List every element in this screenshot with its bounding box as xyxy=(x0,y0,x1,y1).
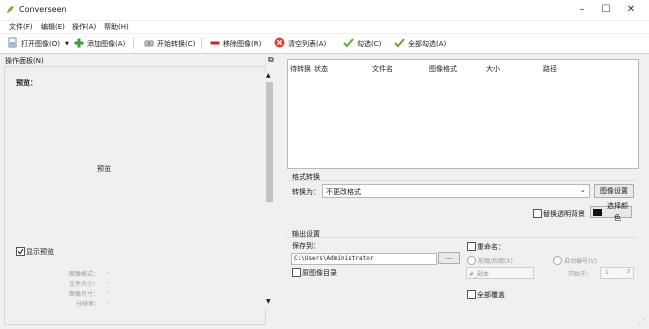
clear-x-icon xyxy=(274,37,285,50)
check-all-button[interactable]: 全部勾选(A) xyxy=(394,37,446,50)
minimize-icon[interactable]: – xyxy=(573,3,591,17)
info-label: 分辨率： xyxy=(76,301,101,308)
start-from-label: 开始于： xyxy=(568,271,593,278)
maximize-icon[interactable]: ☐ xyxy=(597,3,615,17)
name-pattern-value: #_副本 xyxy=(469,271,490,278)
clear-list-button[interactable]: 清空列表(A) xyxy=(274,37,326,50)
remove-images-label: 移除图像(R) xyxy=(223,39,262,48)
menu-bar: 文件(F) 编辑(E) 操作(A) 帮助(H) xyxy=(0,21,649,33)
column-header[interactable]: 图像格式 xyxy=(429,64,457,74)
format-select-value: 不更改格式 xyxy=(326,188,361,196)
start-from-spinbox[interactable]: 1 ⇕ xyxy=(600,267,634,279)
preview-header: 预览： xyxy=(16,79,37,87)
auto-number-label: 自动编号(V) xyxy=(564,258,597,265)
clear-list-label: 清空列表(A) xyxy=(288,39,327,48)
save-to-label: 保存到： xyxy=(292,242,320,250)
open-file-icon xyxy=(8,37,18,50)
choose-color-label: 选择颜色 xyxy=(607,202,628,222)
remove-images-button[interactable]: 移除图像(R) xyxy=(210,37,261,50)
scroll-up-icon[interactable]: ▲ xyxy=(266,72,271,79)
add-plus-icon xyxy=(74,38,84,50)
add-images-button[interactable]: 添加图像(A) xyxy=(74,37,125,50)
add-images-label: 添加图像(A) xyxy=(87,39,126,48)
menu-actions[interactable]: 操作(A) xyxy=(72,22,96,32)
replace-bg-label: 替换透明背景 xyxy=(543,210,585,218)
info-label: 图像尺寸： xyxy=(69,291,100,298)
column-header[interactable]: 大小 xyxy=(486,64,500,74)
rename-checkbox[interactable] xyxy=(467,242,476,251)
menu-help[interactable]: 帮助(H) xyxy=(104,22,129,32)
toolbar-separator xyxy=(201,38,202,49)
toolbar-separator xyxy=(133,38,134,49)
preview-panel: 预览： 预览 显示预览 图像格式： - 文件大小： - 图像尺寸： - 分辨率：… xyxy=(4,66,266,325)
prefix-suffix-radio[interactable] xyxy=(467,256,476,265)
title-bar: Converseen – ☐ ✕ xyxy=(0,0,649,20)
info-value: - xyxy=(107,299,110,306)
app-logo-icon xyxy=(6,5,15,16)
chevron-down-icon[interactable]: ▼ xyxy=(65,41,69,47)
show-preview-checkbox[interactable] xyxy=(16,247,25,256)
column-header[interactable]: 路径 xyxy=(543,64,557,74)
spinner-arrows-icon[interactable]: ⇕ xyxy=(626,268,631,275)
replace-bg-checkbox[interactable] xyxy=(533,209,542,218)
check-label: 勾选(C) xyxy=(357,39,382,48)
start-convert-label: 开始转换(C) xyxy=(157,39,196,48)
start-convert-button[interactable]: 开始转换(C) xyxy=(144,37,195,50)
window-title: Converseen xyxy=(19,5,67,14)
remove-minus-icon xyxy=(210,38,220,50)
choose-color-button[interactable]: 选择颜色 xyxy=(590,202,632,222)
prefix-suffix-label: 前缀/后缀(X) xyxy=(478,258,513,265)
open-images-button[interactable]: 打开图像(O) ▼ xyxy=(8,37,69,50)
auto-number-radio[interactable] xyxy=(553,256,562,265)
info-value: - xyxy=(107,269,110,276)
start-from-value: 1 xyxy=(605,269,609,276)
info-label: 文件大小： xyxy=(69,281,100,288)
show-preview-label: 显示预览 xyxy=(26,248,54,256)
color-swatch-icon xyxy=(593,208,602,216)
info-value: - xyxy=(107,279,110,286)
toolbar: 打开图像(O) ▼ 添加图像(A) 开始转换(C) 移除图像(R) 清空列表(A… xyxy=(0,34,649,54)
preview-placeholder: 预览 xyxy=(97,165,111,173)
resize-grip-icon[interactable]: ⋰ xyxy=(638,318,645,326)
format-select[interactable]: 不更改格式 ⌄ xyxy=(322,184,590,198)
column-header[interactable]: 待转换 xyxy=(290,64,311,74)
image-settings-button[interactable]: 图像设置 xyxy=(594,184,634,198)
original-dir-checkbox[interactable] xyxy=(292,268,301,277)
browse-button[interactable]: ... xyxy=(438,252,460,264)
save-path-value: C:\Users\Administrator xyxy=(294,255,374,262)
left-panel-title: 操作面板(N) xyxy=(5,57,44,65)
float-panel-icon[interactable]: ⧉ xyxy=(268,55,274,65)
column-header[interactable]: 状态 xyxy=(314,64,328,74)
info-label: 图像格式： xyxy=(69,271,100,278)
check-button[interactable]: 勾选(C) xyxy=(343,37,381,50)
menu-edit[interactable]: 编辑(E) xyxy=(41,22,65,32)
close-icon[interactable]: ✕ xyxy=(622,3,640,17)
checkmark-icon xyxy=(343,37,354,50)
name-pattern-input[interactable]: #_副本 xyxy=(466,267,534,279)
left-panel-scrollbar[interactable]: ▲ ▼ xyxy=(265,72,274,308)
overwrite-all-label: 全部覆盖 xyxy=(477,291,505,299)
convert-gears-icon xyxy=(144,38,154,50)
save-path-input[interactable]: C:\Users\Administrator xyxy=(291,253,437,265)
convert-to-label: 转换为： xyxy=(292,188,320,196)
scroll-down-icon[interactable]: ▼ xyxy=(266,298,271,305)
menu-file[interactable]: 文件(F) xyxy=(9,22,33,32)
scrollbar-thumb[interactable] xyxy=(266,82,273,202)
check-all-label: 全部勾选(A) xyxy=(408,39,447,48)
original-dir-label: 原图像目录 xyxy=(302,269,337,277)
info-value: - xyxy=(107,289,110,296)
checkmark-all-icon xyxy=(394,37,405,50)
column-header[interactable]: 文件名 xyxy=(372,64,393,74)
rename-label: 重命名： xyxy=(477,243,505,251)
chevron-down-icon: ⌄ xyxy=(580,186,586,194)
overwrite-all-checkbox[interactable] xyxy=(467,290,476,299)
file-list-table[interactable] xyxy=(287,59,639,169)
open-images-label: 打开图像(O) xyxy=(21,39,60,48)
output-group xyxy=(287,237,637,324)
